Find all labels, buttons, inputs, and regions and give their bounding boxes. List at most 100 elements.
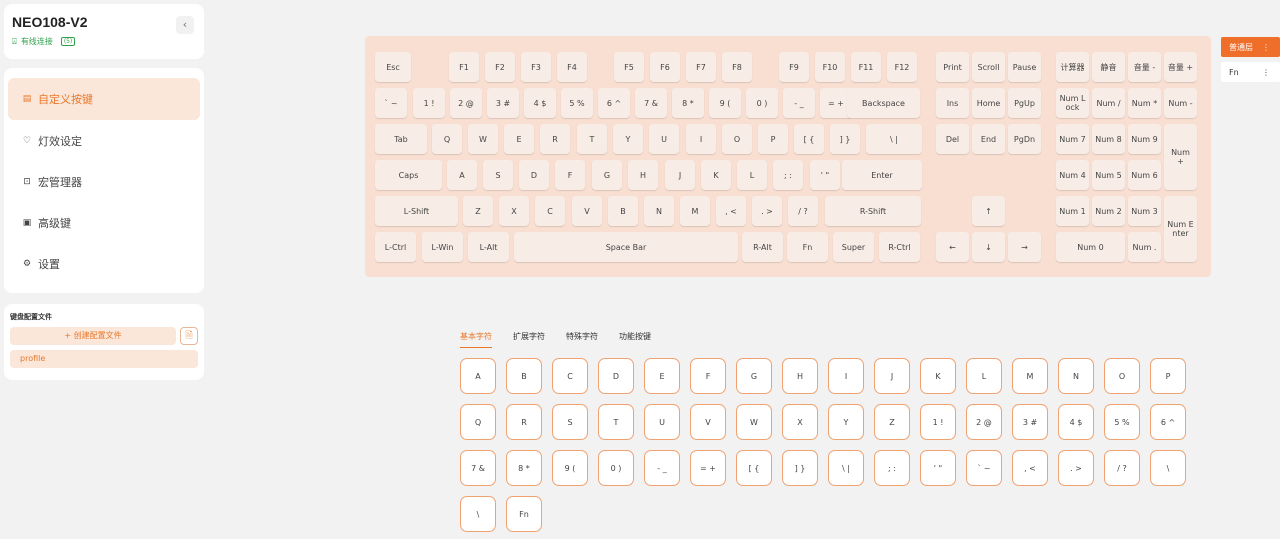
menu-item-lighting[interactable]: ♡ 灯效设定	[8, 120, 200, 161]
picker-key[interactable]: F	[690, 358, 726, 394]
keyboard-key[interactable]: Caps	[375, 160, 442, 190]
keyboard-key[interactable]: PgUp	[1008, 88, 1041, 118]
keyboard-key[interactable]: Num +	[1164, 124, 1197, 190]
keyboard-key[interactable]: F2	[485, 52, 515, 82]
picker-key[interactable]: O	[1104, 358, 1140, 394]
keyboard-key[interactable]: L-Ctrl	[375, 232, 416, 262]
keyboard-key[interactable]: Num *	[1128, 88, 1161, 118]
keyboard-key[interactable]: X	[499, 196, 529, 226]
layer-menu-icon[interactable]: ⋮	[1262, 43, 1270, 52]
picker-key[interactable]: \ |	[828, 450, 864, 486]
keyboard-key[interactable]: Tab	[375, 124, 427, 154]
import-profile-icon[interactable]: 🗎	[180, 327, 198, 345]
keyboard-key[interactable]: ↑	[972, 196, 1005, 226]
picker-key[interactable]: T	[598, 404, 634, 440]
menu-item-settings[interactable]: ⚙ 设置	[8, 243, 200, 284]
create-profile-button[interactable]: + 创建配置文件	[10, 327, 176, 345]
keyboard-key[interactable]: 4 $	[524, 88, 556, 118]
picker-key[interactable]: K	[920, 358, 956, 394]
keyboard-key[interactable]: M	[680, 196, 710, 226]
picker-key[interactable]: = +	[690, 450, 726, 486]
picker-key[interactable]: Y	[828, 404, 864, 440]
keyboard-key[interactable]: B	[608, 196, 638, 226]
keyboard-key[interactable]: L	[737, 160, 767, 190]
keyboard-key[interactable]: Fn	[787, 232, 828, 262]
keyboard-key[interactable]: 音量 +	[1164, 52, 1197, 82]
keyboard-key[interactable]: Num 5	[1092, 160, 1125, 190]
keyboard-key[interactable]: , <	[716, 196, 746, 226]
picker-key[interactable]: M	[1012, 358, 1048, 394]
picker-key[interactable]: J	[874, 358, 910, 394]
tab-1[interactable]: 扩展字符	[513, 331, 545, 348]
picker-key[interactable]: Fn	[506, 496, 542, 532]
keyboard-key[interactable]: ; :	[773, 160, 803, 190]
picker-key[interactable]: H	[782, 358, 818, 394]
keyboard-key[interactable]: U	[649, 124, 679, 154]
picker-key[interactable]: ` ~	[966, 450, 1002, 486]
keyboard-key[interactable]: Space Bar	[514, 232, 738, 262]
keyboard-key[interactable]: Esc	[375, 52, 411, 82]
keyboard-key[interactable]: R-Alt	[742, 232, 783, 262]
tab-3[interactable]: 功能按键	[619, 331, 651, 348]
keyboard-key[interactable]: L-Win	[422, 232, 463, 262]
keyboard-key[interactable]: ' "	[810, 160, 840, 190]
keyboard-key[interactable]: G	[592, 160, 622, 190]
picker-key[interactable]: U	[644, 404, 680, 440]
keyboard-key[interactable]: R-Ctrl	[879, 232, 920, 262]
keyboard-key[interactable]: L-Alt	[468, 232, 509, 262]
keyboard-key[interactable]: Num 6	[1128, 160, 1161, 190]
picker-key[interactable]: \	[1150, 450, 1186, 486]
keyboard-key[interactable]: F6	[650, 52, 680, 82]
picker-key[interactable]: G	[736, 358, 772, 394]
keyboard-key[interactable]: I	[686, 124, 716, 154]
keyboard-key[interactable]: F4	[557, 52, 587, 82]
keyboard-key[interactable]: F1	[449, 52, 479, 82]
keyboard-key[interactable]: D	[519, 160, 549, 190]
picker-key[interactable]: B	[506, 358, 542, 394]
keyboard-key[interactable]: K	[701, 160, 731, 190]
keyboard-key[interactable]: 静音	[1092, 52, 1125, 82]
picker-key[interactable]: 9 (	[552, 450, 588, 486]
keyboard-key[interactable]: 9 (	[709, 88, 741, 118]
keyboard-key[interactable]: PgDn	[1008, 124, 1041, 154]
keyboard-key[interactable]: F5	[614, 52, 644, 82]
keyboard-key[interactable]: Y	[613, 124, 643, 154]
keyboard-key[interactable]: O	[722, 124, 752, 154]
keyboard-key[interactable]: H	[628, 160, 658, 190]
picker-key[interactable]: 6 ^	[1150, 404, 1186, 440]
picker-key[interactable]: , <	[1012, 450, 1048, 486]
menu-item-macro[interactable]: ⊡ 宏管理器	[8, 161, 200, 202]
tab-2[interactable]: 特殊字符	[566, 331, 598, 348]
keyboard-key[interactable]: Num .	[1128, 232, 1161, 262]
picker-key[interactable]: / ?	[1104, 450, 1140, 486]
keyboard-key[interactable]: C	[535, 196, 565, 226]
picker-key[interactable]: 0 )	[598, 450, 634, 486]
picker-key[interactable]: 4 $	[1058, 404, 1094, 440]
keyboard-key[interactable]: Super	[833, 232, 874, 262]
keyboard-key[interactable]: 3 #	[487, 88, 519, 118]
picker-key[interactable]: 2 @	[966, 404, 1002, 440]
menu-item-custom-keys[interactable]: ▤ 自定义按键	[8, 78, 200, 120]
keyboard-key[interactable]: 7 &	[635, 88, 667, 118]
keyboard-key[interactable]: V	[572, 196, 602, 226]
keyboard-key[interactable]: Del	[936, 124, 969, 154]
keyboard-key[interactable]: Num 3	[1128, 196, 1161, 226]
keyboard-key[interactable]: N	[644, 196, 674, 226]
picker-key[interactable]: 1 !	[920, 404, 956, 440]
picker-key[interactable]: [ {	[736, 450, 772, 486]
keyboard-key[interactable]: R-Shift	[825, 196, 921, 226]
keyboard-key[interactable]: W	[468, 124, 498, 154]
keyboard-key[interactable]: Num 7	[1056, 124, 1089, 154]
keyboard-key[interactable]: Scroll	[972, 52, 1005, 82]
keyboard-key[interactable]: A	[447, 160, 477, 190]
picker-key[interactable]: C	[552, 358, 588, 394]
layer-normal[interactable]: 普通层 ⋮	[1221, 37, 1280, 57]
keyboard-key[interactable]: E	[504, 124, 534, 154]
keyboard-key[interactable]: 1 !	[413, 88, 445, 118]
picker-key[interactable]: N	[1058, 358, 1094, 394]
keyboard-key[interactable]: 2 @	[450, 88, 482, 118]
keyboard-key[interactable]: R	[540, 124, 570, 154]
keyboard-key[interactable]: Num 4	[1056, 160, 1089, 190]
keyboard-key[interactable]: ↓	[972, 232, 1005, 262]
keyboard-key[interactable]: . >	[752, 196, 782, 226]
